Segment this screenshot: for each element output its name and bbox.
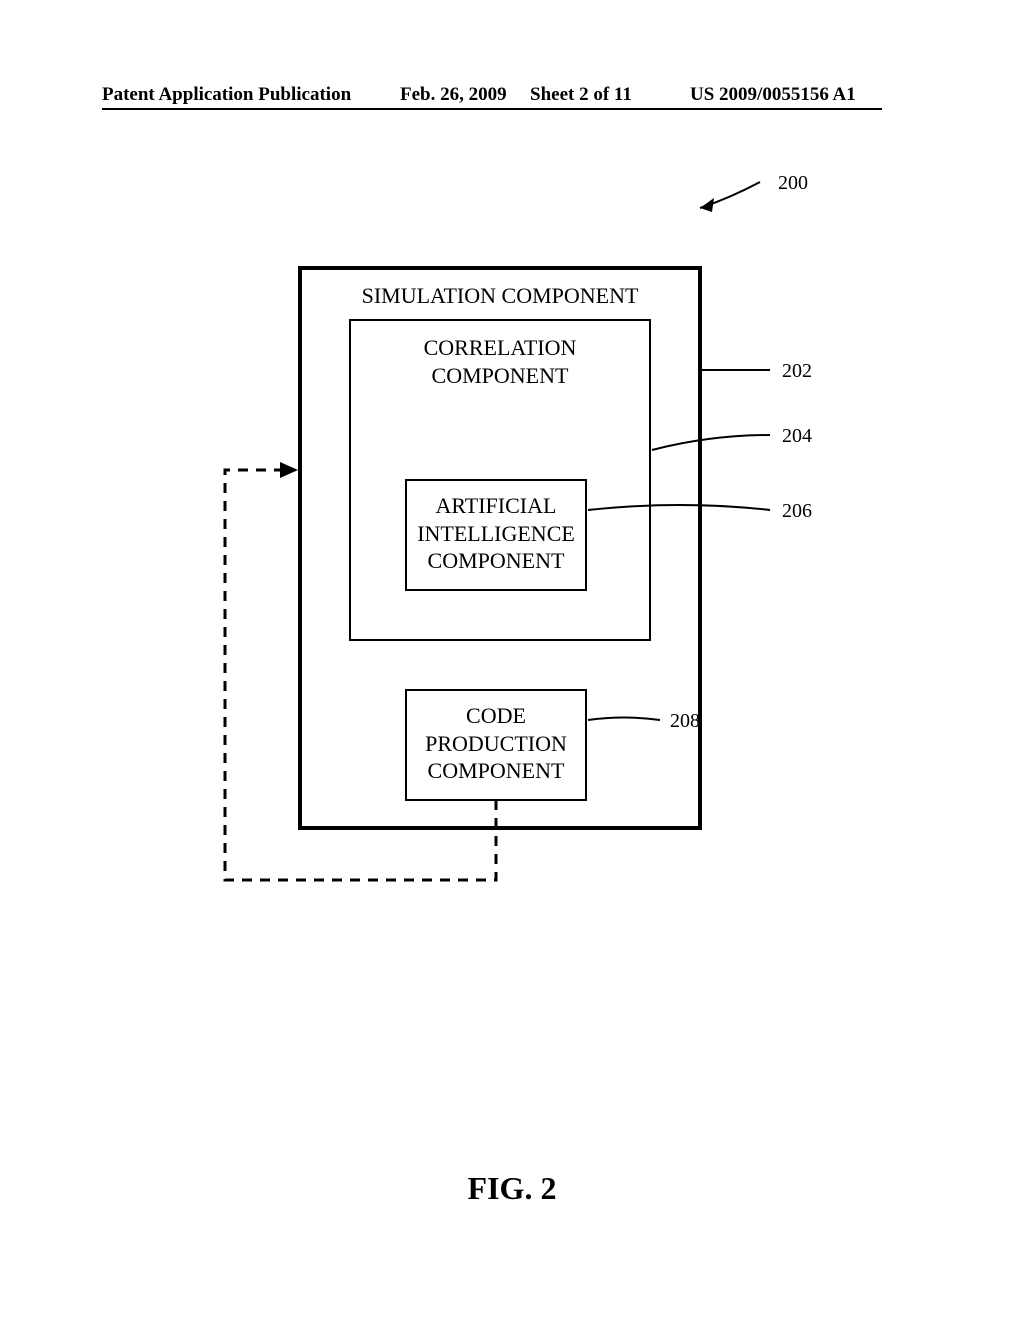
ref-202: 202 (782, 360, 812, 383)
ref-204-leader (652, 435, 770, 450)
diagram-svg (0, 0, 1024, 1320)
ref-200-arrow (700, 182, 760, 212)
ai-component-title: ARTIFICIAL INTELLIGENCE COMPONENT (406, 492, 586, 575)
simulation-component-title: SIMULATION COMPONENT (300, 282, 700, 310)
correlation-component-title: CORRELATION COMPONENT (350, 334, 650, 389)
ref-204: 204 (782, 425, 812, 448)
ref-200: 200 (778, 172, 808, 195)
ref-206-leader (588, 505, 770, 510)
patent-figure-page: Patent Application Publication Feb. 26, … (0, 0, 1024, 1320)
ref-206: 206 (782, 500, 812, 523)
ref-208: 208 (670, 710, 700, 733)
code-production-component-title: CODE PRODUCTION COMPONENT (406, 702, 586, 785)
figure-caption: FIG. 2 (0, 1170, 1024, 1207)
ref-208-leader (588, 718, 660, 721)
